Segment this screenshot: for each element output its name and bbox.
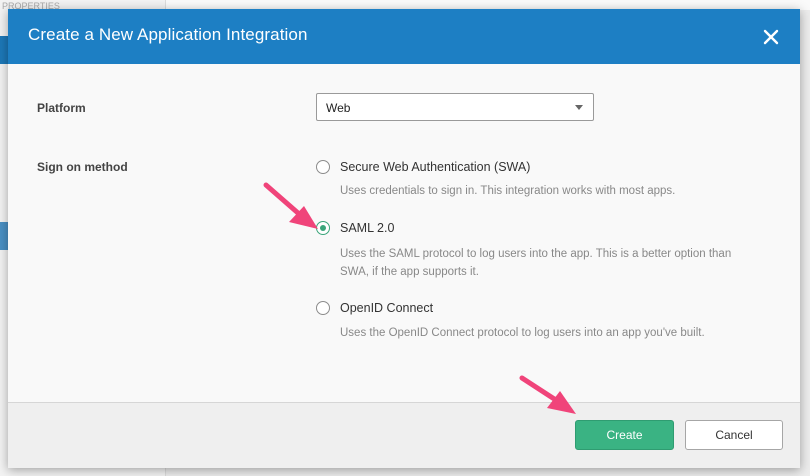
option-swa-description: Uses credentials to sign in. This integr…	[340, 185, 676, 197]
close-icon	[763, 29, 779, 45]
radio-openid[interactable]	[316, 301, 330, 315]
radio-selected-dot	[320, 225, 326, 231]
cancel-button[interactable]: Cancel	[685, 420, 783, 450]
chevron-down-icon	[575, 105, 583, 110]
modal-title: Create a New Application Integration	[28, 25, 308, 44]
option-swa-label: Secure Web Authentication (SWA)	[340, 160, 531, 174]
create-integration-modal: Create a New Application Integration Pla…	[8, 9, 800, 468]
radio-swa[interactable]	[316, 160, 330, 174]
platform-select[interactable]: Web	[316, 93, 594, 121]
option-saml-description: Uses the SAML protocol to log users into…	[340, 248, 732, 278]
radio-saml[interactable]	[316, 221, 330, 235]
create-button[interactable]: Create	[575, 420, 674, 450]
option-saml-label: SAML 2.0	[340, 221, 395, 235]
platform-label: Platform	[37, 101, 86, 115]
sign-on-method-label: Sign on method	[37, 160, 128, 174]
modal-header: Create a New Application Integration	[8, 9, 800, 64]
option-openid-description: Uses the OpenID Connect protocol to log …	[340, 327, 705, 339]
modal-footer: Create Cancel	[8, 402, 800, 468]
option-openid-label: OpenID Connect	[340, 301, 434, 315]
platform-select-value: Web	[326, 101, 351, 115]
close-button[interactable]	[760, 26, 782, 48]
